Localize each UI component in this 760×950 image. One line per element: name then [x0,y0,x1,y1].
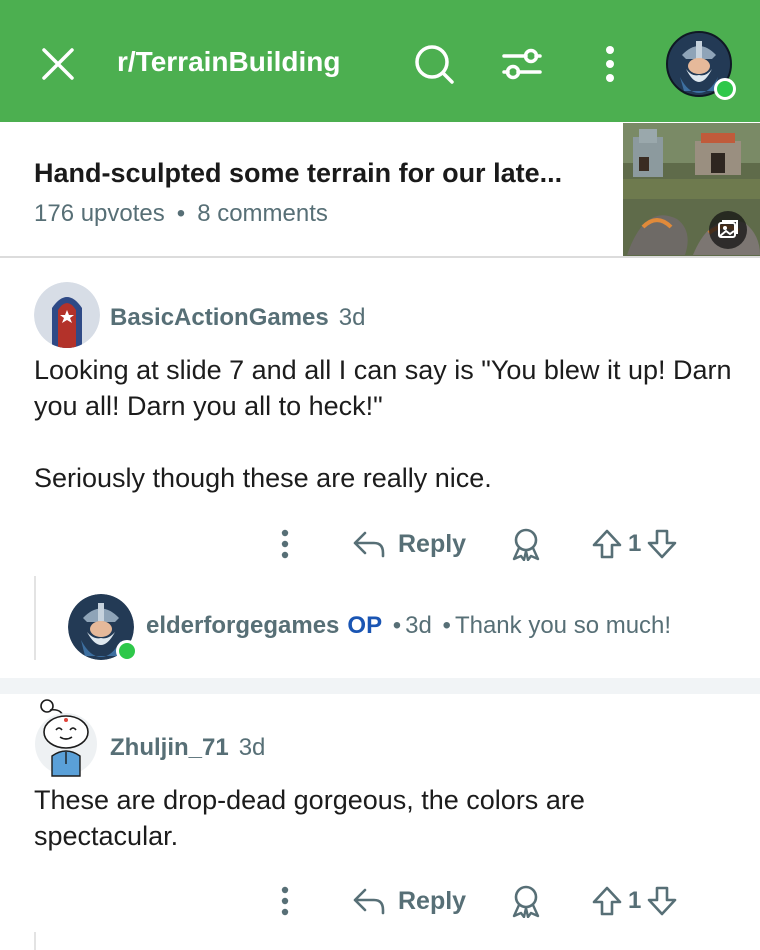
reply-arrow-icon [353,531,385,558]
filter-button[interactable] [498,40,546,88]
meta-separator: • [176,200,186,227]
downvote-icon[interactable] [647,885,677,917]
comment-more-button[interactable] [270,519,300,569]
comment-paragraph: These are drop-dead gorgeous, the colors… [34,785,585,851]
post-title[interactable]: Hand-sculpted some terrain for our late.… [34,158,562,189]
reply-comment: elderforgegames OP • 3d • Thank you so much… [68,590,760,662]
reply-arrow-icon [353,888,385,915]
post-thumbnail[interactable] [623,123,760,256]
more-options-button[interactable] [586,40,634,88]
gallery-icon [718,220,738,238]
post-meta: 176 upvotes • 8 comments [34,200,328,228]
search-button[interactable] [410,40,458,88]
award-button[interactable] [506,876,546,926]
more-vertical-icon [606,46,614,82]
downvote-icon[interactable] [647,528,677,560]
commenter-avatar[interactable] [34,696,97,778]
comment-actions: Reply 1 [0,876,760,926]
reply-button[interactable]: Reply [352,876,466,926]
top-app-bar: r/TerrainBuilding [0,0,760,122]
comment-paragraph: Looking at slide 7 and all I can say is … [34,355,732,421]
comment-count: 8 comments [197,200,328,227]
upvote-icon[interactable] [592,885,622,917]
online-status-dot [116,640,138,662]
sort-filter-icon [502,48,542,80]
comment-body: These are drop-dead gorgeous, the colors… [34,782,654,854]
vote-controls: 1 [592,519,677,569]
reply-line: elderforgegames OP • 3d • Thank you so much… [146,612,671,640]
reply-separator: • [442,612,451,639]
reply-time: 3d [405,612,432,639]
more-vertical-icon [281,886,289,916]
comment-author[interactable]: Zhuljin_71 3d [110,734,265,762]
upvote-icon[interactable] [592,528,622,560]
reply-separator: • [392,612,402,639]
vote-count: 1 [628,887,642,914]
comment-separator [0,678,760,694]
award-icon [512,528,540,561]
vote-count: 1 [628,530,642,557]
comment-author[interactable]: BasicActionGames 3d [110,304,365,332]
reply-label: Reply [398,886,467,915]
reply-label: Reply [398,529,467,558]
comment-actions: Reply 1 [0,519,760,569]
award-icon [512,885,540,918]
reply-text: Thank you so much! [454,612,672,639]
comment-paragraph: Seriously though these are really nice. [34,463,492,493]
author-name[interactable]: Zhuljin_71 [110,734,229,761]
reply-author[interactable]: elderforgegames [146,612,339,639]
comment-body: Looking at slide 7 and all I can say is … [34,352,734,496]
hooded-figure-avatar-icon [34,282,100,348]
reply-button[interactable]: Reply [352,519,466,569]
close-button[interactable] [36,42,80,86]
search-icon [415,45,454,84]
op-badge: OP [347,612,383,639]
online-status-dot [714,78,736,100]
comment-time: 3d [238,734,266,761]
vote-controls: 1 [592,876,677,926]
commenter-avatar[interactable] [34,282,100,348]
thread-line[interactable] [34,576,36,660]
comment-1: BasicActionGames 3d Looking at slide 7 an… [0,260,760,678]
gallery-badge [709,211,747,249]
thread-line[interactable] [34,932,36,950]
comment-time: 3d [338,304,366,331]
close-icon [42,48,74,80]
author-name[interactable]: BasicActionGames [110,304,329,331]
subreddit-title[interactable]: r/TerrainBuilding [117,46,341,78]
comment-2: Zhuljin_71 3d These are drop-dead gorgeou… [0,694,760,950]
upvote-count: 176 upvotes [34,200,165,227]
award-button[interactable] [506,519,546,569]
snoo-avatar-icon [35,699,97,777]
post-summary[interactable]: Hand-sculpted some terrain for our late.… [0,122,760,258]
more-vertical-icon [281,529,289,559]
comment-more-button[interactable] [270,876,300,926]
